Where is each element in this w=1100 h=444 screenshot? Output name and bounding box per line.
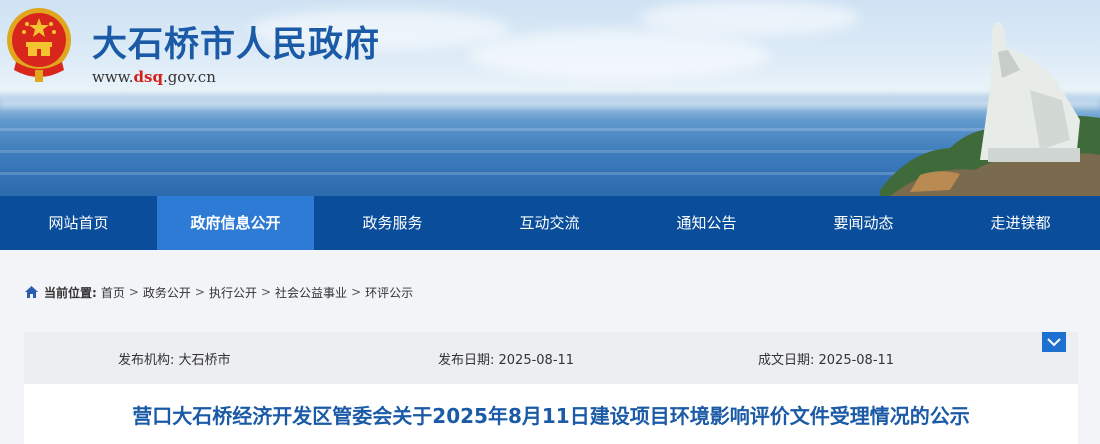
national-emblem-icon [7, 8, 71, 82]
created-date-field: 成文日期: 2025-08-11 [758, 353, 895, 368]
main-nav: 网站首页 政府信息公开 政务服务 互动交流 通知公告 要闻动态 走进镁都 [0, 196, 1100, 250]
nav-item-home[interactable]: 网站首页 [0, 196, 157, 250]
breadcrumb-eia-notice[interactable]: 环评公示 [365, 284, 413, 301]
nav-item-gov-info-disclosure[interactable]: 政府信息公开 [157, 196, 314, 250]
article-title: 营口大石桥经济开发区管委会关于2025年8月11日建设项目环境影响评价文件受理情… [132, 404, 970, 428]
breadcrumb-separator: > [351, 285, 362, 299]
cloud [470, 30, 770, 80]
breadcrumb-separator: > [128, 285, 139, 299]
breadcrumb-separator: > [194, 285, 205, 299]
breadcrumb-home[interactable]: 首页 [101, 284, 125, 301]
publisher-field: 发布机构: 大石桥市 [118, 353, 231, 368]
cloud [640, 0, 860, 36]
breadcrumb: 当前位置: 首页 > 政务公开 > 执行公开 > 社会公益事业 > 环评公示 [24, 284, 413, 300]
site-title[interactable]: 大石桥市人民政府 [92, 16, 380, 67]
url-prefix: www. [92, 68, 134, 86]
nav-item-news[interactable]: 要闻动态 [785, 196, 942, 250]
breadcrumb-gov-affairs[interactable]: 政务公开 [143, 284, 191, 301]
nav-item-gov-services[interactable]: 政务服务 [314, 196, 471, 250]
home-icon [25, 286, 38, 298]
breadcrumb-separator: > [260, 285, 272, 299]
nav-item-interaction[interactable]: 互动交流 [471, 196, 628, 250]
article-content: 营口大石桥经济开发区管委会关于2025年8月11日建设项目环境影响评价文件受理情… [24, 384, 1078, 444]
breadcrumb-execution[interactable]: 执行公开 [209, 284, 257, 301]
chevron-down-icon [1047, 338, 1061, 347]
breadcrumb-label: 当前位置: [44, 285, 97, 300]
stone-statue-image [880, 22, 1100, 196]
nav-item-notices[interactable]: 通知公告 [628, 196, 785, 250]
url-highlight: dsq [133, 68, 163, 86]
publish-date-field: 发布日期: 2025-08-11 [438, 353, 575, 368]
document-meta-panel: 发布机构: 大石桥市 发布日期: 2025-08-11 成文日期: 2025-0… [24, 332, 1078, 384]
url-suffix: .gov.cn [162, 68, 216, 86]
header-banner: 大石桥市人民政府 www.dsq.gov.cn [0, 0, 1100, 196]
breadcrumb-public-welfare[interactable]: 社会公益事业 [275, 284, 347, 301]
nav-item-about-city[interactable]: 走进镁都 [942, 196, 1099, 250]
expand-meta-button[interactable] [1042, 332, 1066, 352]
site-url[interactable]: www.dsq.gov.cn [92, 68, 216, 86]
